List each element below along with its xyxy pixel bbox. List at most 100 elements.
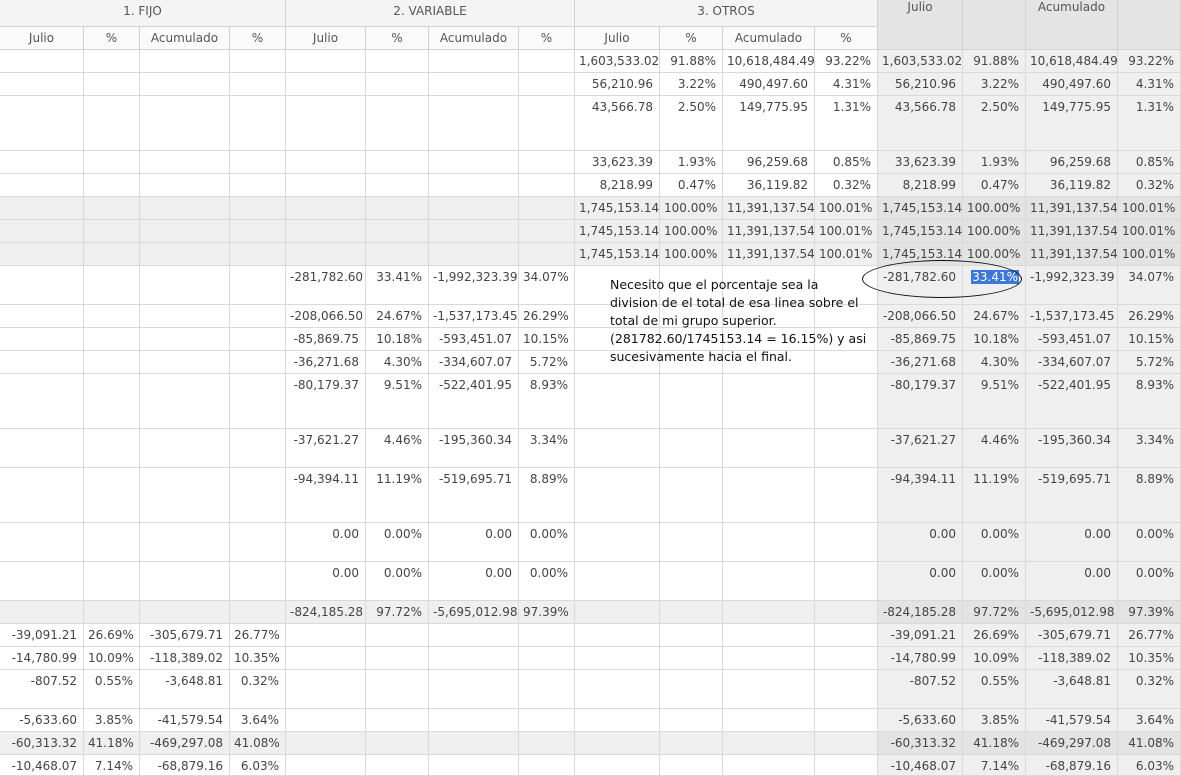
table-cell: -593,451.07 — [429, 328, 519, 351]
column-header[interactable]: Acumulado — [723, 27, 815, 50]
column-header[interactable]: Julio — [575, 27, 660, 50]
table-cell: 0.00 — [429, 523, 519, 562]
table-cell: 100.00% — [660, 220, 723, 243]
summary-header-pct[interactable] — [963, 0, 1026, 50]
column-header[interactable]: Acumulado — [140, 27, 230, 50]
table-cell — [429, 755, 519, 776]
table-cell: -195,360.34 — [429, 429, 519, 468]
column-header[interactable]: % — [366, 27, 429, 50]
table-cell: -14,780.99 — [0, 647, 84, 670]
table-cell — [140, 243, 230, 266]
table-cell — [0, 328, 84, 351]
table-cell: -118,389.02 — [1026, 647, 1118, 670]
column-header[interactable]: % — [84, 27, 140, 50]
table-cell: -195,360.34 — [1026, 429, 1118, 468]
column-header[interactable]: % — [519, 27, 575, 50]
table-cell — [84, 266, 140, 305]
table-cell: -85,869.75 — [286, 328, 366, 351]
table-cell — [815, 732, 878, 755]
table-cell — [140, 601, 230, 624]
table-cell: 11,391,137.54 — [1026, 197, 1118, 220]
table-cell — [366, 197, 429, 220]
table-cell — [575, 732, 660, 755]
table-cell: 1.93% — [963, 151, 1026, 174]
table-cell: 100.00% — [963, 220, 1026, 243]
table-cell: 0.85% — [815, 151, 878, 174]
table-cell: 0.55% — [84, 670, 140, 709]
table-cell — [366, 151, 429, 174]
table-cell: 26.77% — [1118, 624, 1181, 647]
column-header[interactable]: Julio — [286, 27, 366, 50]
table-cell: 33.41% — [963, 266, 1026, 305]
group-header[interactable]: 3. OTROS — [575, 0, 878, 27]
table-cell — [0, 523, 84, 562]
table-cell — [0, 220, 84, 243]
column-header[interactable]: Acumulado — [429, 27, 519, 50]
table-cell — [230, 305, 286, 328]
table-cell: 1,745,153.14 — [575, 220, 660, 243]
table-cell: 97.39% — [1118, 601, 1181, 624]
table-cell — [815, 647, 878, 670]
table-cell: 5.72% — [1118, 351, 1181, 374]
table-cell: 0.00 — [1026, 562, 1118, 601]
table-cell: 96,259.68 — [1026, 151, 1118, 174]
column-header[interactable]: % — [815, 27, 878, 50]
table-cell — [230, 429, 286, 468]
table-cell — [366, 174, 429, 197]
table-cell — [575, 562, 660, 601]
table-cell — [575, 755, 660, 776]
table-cell: 100.01% — [815, 220, 878, 243]
table-cell: -118,389.02 — [140, 647, 230, 670]
table-cell — [230, 197, 286, 220]
group-header[interactable]: 2. VARIABLE — [286, 0, 575, 27]
table-cell — [575, 523, 660, 562]
table-cell — [575, 670, 660, 709]
table-cell: -5,633.60 — [878, 709, 963, 732]
table-cell: -39,091.21 — [878, 624, 963, 647]
table-cell — [660, 601, 723, 624]
table-cell — [230, 601, 286, 624]
annotation-line: (281782.60/1745153.14 = 16.15%) y asi — [610, 331, 867, 346]
table-cell — [230, 468, 286, 523]
table-cell — [84, 601, 140, 624]
table-cell — [84, 351, 140, 374]
table-cell: 0.00 — [1026, 523, 1118, 562]
table-cell: 5.72% — [519, 351, 575, 374]
table-cell: -80,179.37 — [878, 374, 963, 429]
highlighted-percentage[interactable]: 33.41% — [971, 270, 1019, 284]
table-cell: 97.39% — [519, 601, 575, 624]
table-cell — [84, 243, 140, 266]
table-cell — [815, 624, 878, 647]
table-cell: 9.51% — [366, 374, 429, 429]
table-cell: 4.30% — [963, 351, 1026, 374]
column-header[interactable]: % — [230, 27, 286, 50]
table-cell: 41.18% — [84, 732, 140, 755]
summary-header-acumulado[interactable]: Acumulado — [1026, 0, 1118, 50]
summary-header-pct[interactable] — [1118, 0, 1181, 50]
summary-header-julio[interactable]: Julio — [878, 0, 963, 50]
group-header[interactable]: 1. FIJO — [0, 0, 286, 27]
table-cell — [286, 670, 366, 709]
table-cell — [429, 96, 519, 151]
table-cell — [366, 755, 429, 776]
table-cell: -1,992,323.39 — [1026, 266, 1118, 305]
table-cell — [429, 732, 519, 755]
table-cell: 0.47% — [963, 174, 1026, 197]
table-cell: 1.31% — [1118, 96, 1181, 151]
table-cell: 0.00% — [519, 523, 575, 562]
table-cell — [519, 151, 575, 174]
table-cell — [230, 266, 286, 305]
table-cell — [84, 305, 140, 328]
column-header[interactable]: % — [660, 27, 723, 50]
table-cell — [0, 151, 84, 174]
table-cell: 0.00 — [286, 562, 366, 601]
table-cell: 26.69% — [963, 624, 1026, 647]
table-cell — [286, 151, 366, 174]
column-header[interactable]: Julio — [0, 27, 84, 50]
table-cell: 41.08% — [1118, 732, 1181, 755]
table-cell — [815, 562, 878, 601]
table-cell — [140, 374, 230, 429]
table-cell: -807.52 — [0, 670, 84, 709]
table-cell — [286, 220, 366, 243]
table-cell — [230, 328, 286, 351]
